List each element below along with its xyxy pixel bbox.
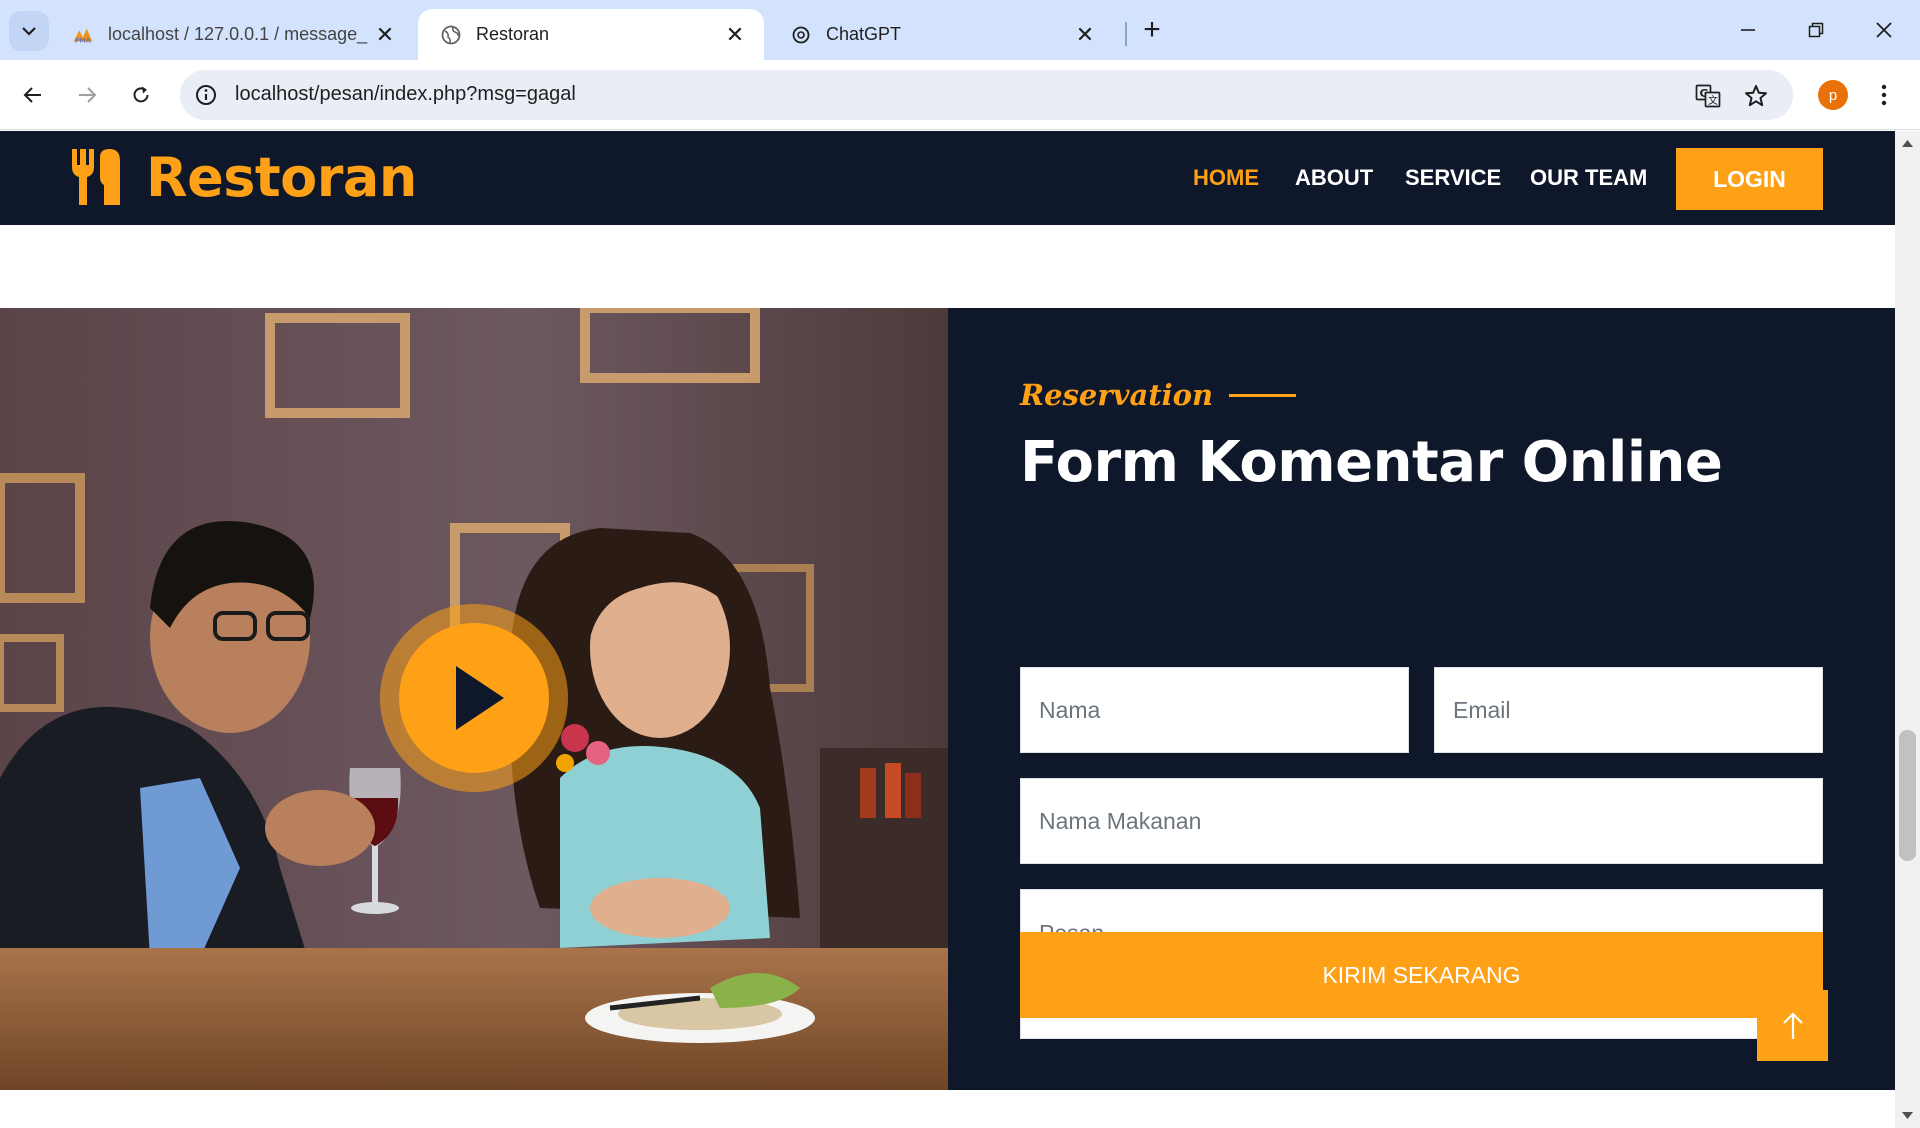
browser-toolbar: localhost/pesan/index.php?msg=gagal G文 p [0, 60, 1920, 130]
browser-menu-button[interactable] [1872, 79, 1896, 111]
page-scrollbar[interactable] [1895, 131, 1920, 1128]
web-page: Restoran HOME ABOUT SERVICE OUR TEAM LOG… [0, 131, 1895, 1128]
menu-about[interactable]: ABOUT [1295, 165, 1373, 191]
tab-search-button[interactable] [9, 11, 49, 51]
scrollbar-thumb[interactable] [1899, 730, 1916, 861]
browser-tabstrip: PMA localhost / 127.0.0.1 / message_ ✕ R… [0, 0, 1920, 60]
arrow-up-icon [1782, 1011, 1803, 1039]
form-heading: Form Komentar Online [1020, 430, 1723, 495]
chatgpt-icon [790, 24, 812, 46]
profile-avatar[interactable]: p [1818, 80, 1848, 110]
subtitle-divider [1229, 393, 1297, 397]
translate-icon[interactable]: G文 [1694, 82, 1722, 110]
chevron-down-icon [22, 27, 36, 36]
arrow-left-icon [23, 87, 41, 103]
address-bar[interactable]: localhost/pesan/index.php?msg=gagal G文 [180, 70, 1793, 120]
tab-chatgpt[interactable]: ChatGPT ✕ [768, 9, 1114, 60]
site-navbar: Restoran HOME ABOUT SERVICE OUR TEAM LOG… [0, 131, 1895, 225]
subtitle-text: Reservation [1020, 378, 1214, 412]
brand-logo[interactable]: Restoran [70, 145, 417, 209]
minimize-icon [1741, 29, 1755, 31]
page-viewport: Restoran HOME ABOUT SERVICE OUR TEAM LOG… [0, 131, 1920, 1128]
tab-separator [1125, 22, 1127, 46]
name-input[interactable]: Nama [1020, 667, 1409, 753]
play-video-button[interactable] [380, 604, 568, 792]
more-vert-icon [1881, 84, 1887, 106]
svg-text:文: 文 [1708, 94, 1718, 107]
close-icon[interactable]: ✕ [372, 22, 398, 48]
tab-phpmyadmin[interactable]: PMA localhost / 127.0.0.1 / message_ ✕ [50, 9, 414, 60]
email-input[interactable]: Email [1434, 667, 1823, 753]
reload-button[interactable] [122, 76, 160, 114]
svg-text:PMA: PMA [75, 36, 91, 44]
menu-home[interactable]: HOME [1193, 165, 1259, 191]
reload-icon [133, 86, 149, 103]
arrow-right-icon [79, 87, 97, 103]
tab-restoran[interactable]: Restoran ✕ [418, 9, 764, 60]
brand-name: Restoran [146, 145, 417, 209]
back-to-top-button[interactable] [1757, 990, 1828, 1061]
close-icon [1876, 22, 1892, 38]
minimize-button[interactable] [1728, 10, 1768, 50]
restore-button[interactable] [1796, 10, 1836, 50]
menu-our-team[interactable]: OUR TEAM [1530, 165, 1647, 191]
new-tab-button[interactable]: + [1138, 13, 1166, 46]
submit-button[interactable]: KIRIM SEKARANG [1020, 932, 1823, 1018]
section-subtitle: Reservation [1020, 378, 1297, 412]
window-close-button[interactable] [1864, 10, 1904, 50]
tab-title: Restoran [476, 24, 550, 44]
forward-button[interactable] [68, 76, 106, 114]
tab-title: ChatGPT [826, 24, 902, 44]
close-icon[interactable]: ✕ [722, 22, 748, 48]
phpmyadmin-icon: PMA [72, 24, 94, 46]
bookmark-star-icon[interactable] [1742, 82, 1770, 110]
tab-title: localhost / 127.0.0.1 / message_ [108, 24, 368, 44]
login-button[interactable]: LOGIN [1676, 148, 1823, 210]
scroll-up-arrow-icon[interactable] [1901, 138, 1914, 148]
menu-service[interactable]: SERVICE [1405, 165, 1501, 191]
globe-icon [440, 24, 462, 46]
url-text[interactable]: localhost/pesan/index.php?msg=gagal [235, 83, 576, 106]
site-info-icon[interactable] [194, 83, 218, 107]
restaurant-couple-photo [0, 308, 948, 1090]
utensils-icon [72, 149, 120, 205]
scroll-down-arrow-icon[interactable] [1901, 1111, 1914, 1121]
restore-icon [1808, 22, 1824, 38]
back-button[interactable] [14, 76, 52, 114]
close-icon[interactable]: ✕ [1072, 22, 1098, 48]
food-name-input[interactable]: Nama Makanan [1020, 778, 1823, 864]
